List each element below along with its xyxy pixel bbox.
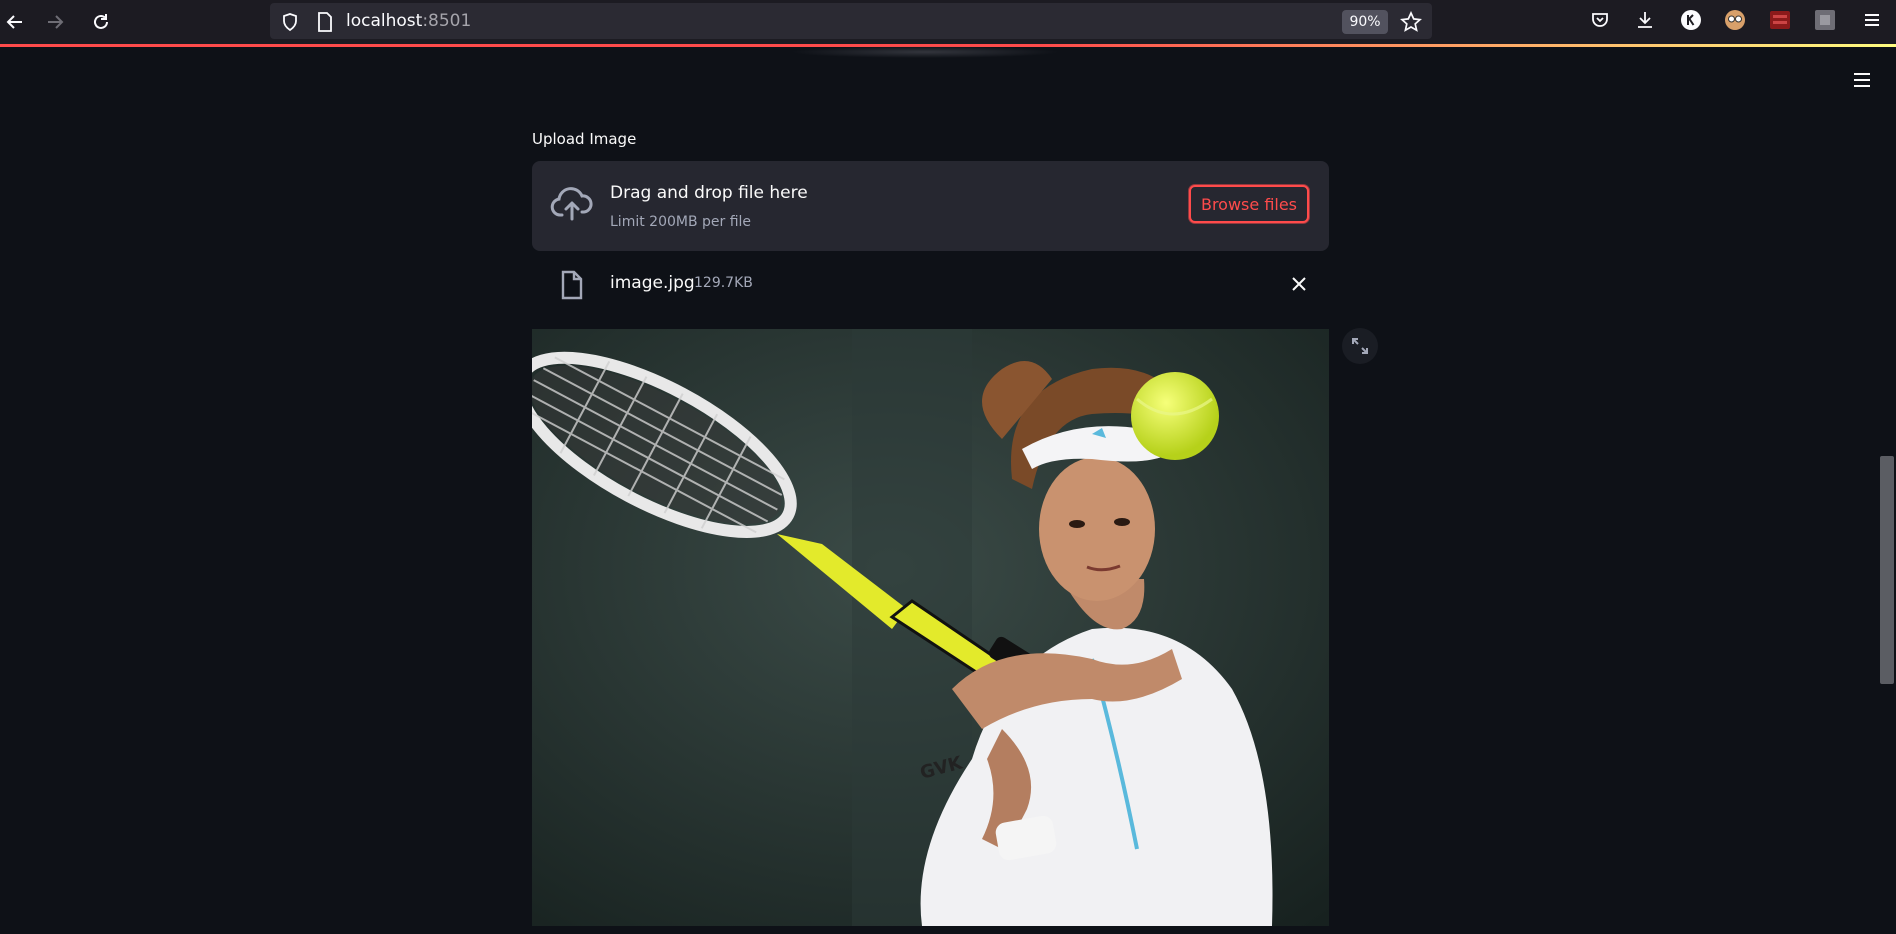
tennis-player-photo: GVK: [532, 329, 1329, 926]
browse-files-button[interactable]: Browse files: [1189, 185, 1309, 223]
pocket-icon[interactable]: [1588, 8, 1612, 32]
hamburger-icon: [1854, 73, 1870, 87]
shield-icon[interactable]: [280, 12, 300, 32]
back-arrow-icon: [6, 15, 22, 29]
download-icon[interactable]: [1633, 8, 1657, 32]
dropzone-title: Drag and drop file here: [610, 183, 808, 203]
forward-arrow-icon: [48, 15, 64, 29]
reload-button[interactable]: [86, 7, 116, 37]
fullscreen-button[interactable]: [1342, 328, 1378, 364]
url-text[interactable]: localhost:8501: [346, 11, 471, 31]
uploaded-image: GVK: [532, 329, 1329, 926]
back-button[interactable]: [0, 7, 30, 37]
cloud-upload-icon: [550, 187, 593, 221]
header-shadow: [790, 46, 1060, 58]
browser-menu-icon[interactable]: [1860, 8, 1884, 32]
reload-icon: [94, 14, 108, 29]
browser-toolbar: localhost:8501 90%: [0, 0, 1896, 44]
extension-glasses-icon[interactable]: [1723, 8, 1747, 32]
file-icon: [561, 270, 583, 300]
upload-label: Upload Image: [532, 130, 637, 148]
file-name: image.jpg: [610, 273, 695, 293]
account-k-icon[interactable]: [1679, 8, 1703, 32]
url-bar[interactable]: localhost:8501 90%: [270, 3, 1432, 39]
file-dropzone[interactable]: Drag and drop file here Limit 200MB per …: [532, 161, 1329, 251]
uploaded-file-row: image.jpg 129.7KB: [532, 264, 1329, 304]
url-port: :8501: [422, 11, 472, 31]
bookmark-star-icon[interactable]: [1400, 11, 1422, 33]
expand-icon: [1352, 338, 1368, 354]
extension-red-icon[interactable]: [1768, 8, 1792, 32]
extension-gray-icon[interactable]: [1813, 8, 1837, 32]
file-size: 129.7KB: [694, 275, 753, 291]
page-scrollbar-thumb[interactable]: [1880, 456, 1894, 684]
app-main-menu-button[interactable]: [1850, 68, 1874, 92]
zoom-level-badge[interactable]: 90%: [1342, 10, 1388, 34]
dropzone-limit: Limit 200MB per file: [610, 214, 752, 230]
remove-file-button[interactable]: [1288, 273, 1310, 295]
page-icon: [318, 12, 332, 32]
forward-button[interactable]: [40, 7, 70, 37]
url-host: localhost: [346, 11, 423, 31]
close-icon: [1292, 277, 1306, 291]
